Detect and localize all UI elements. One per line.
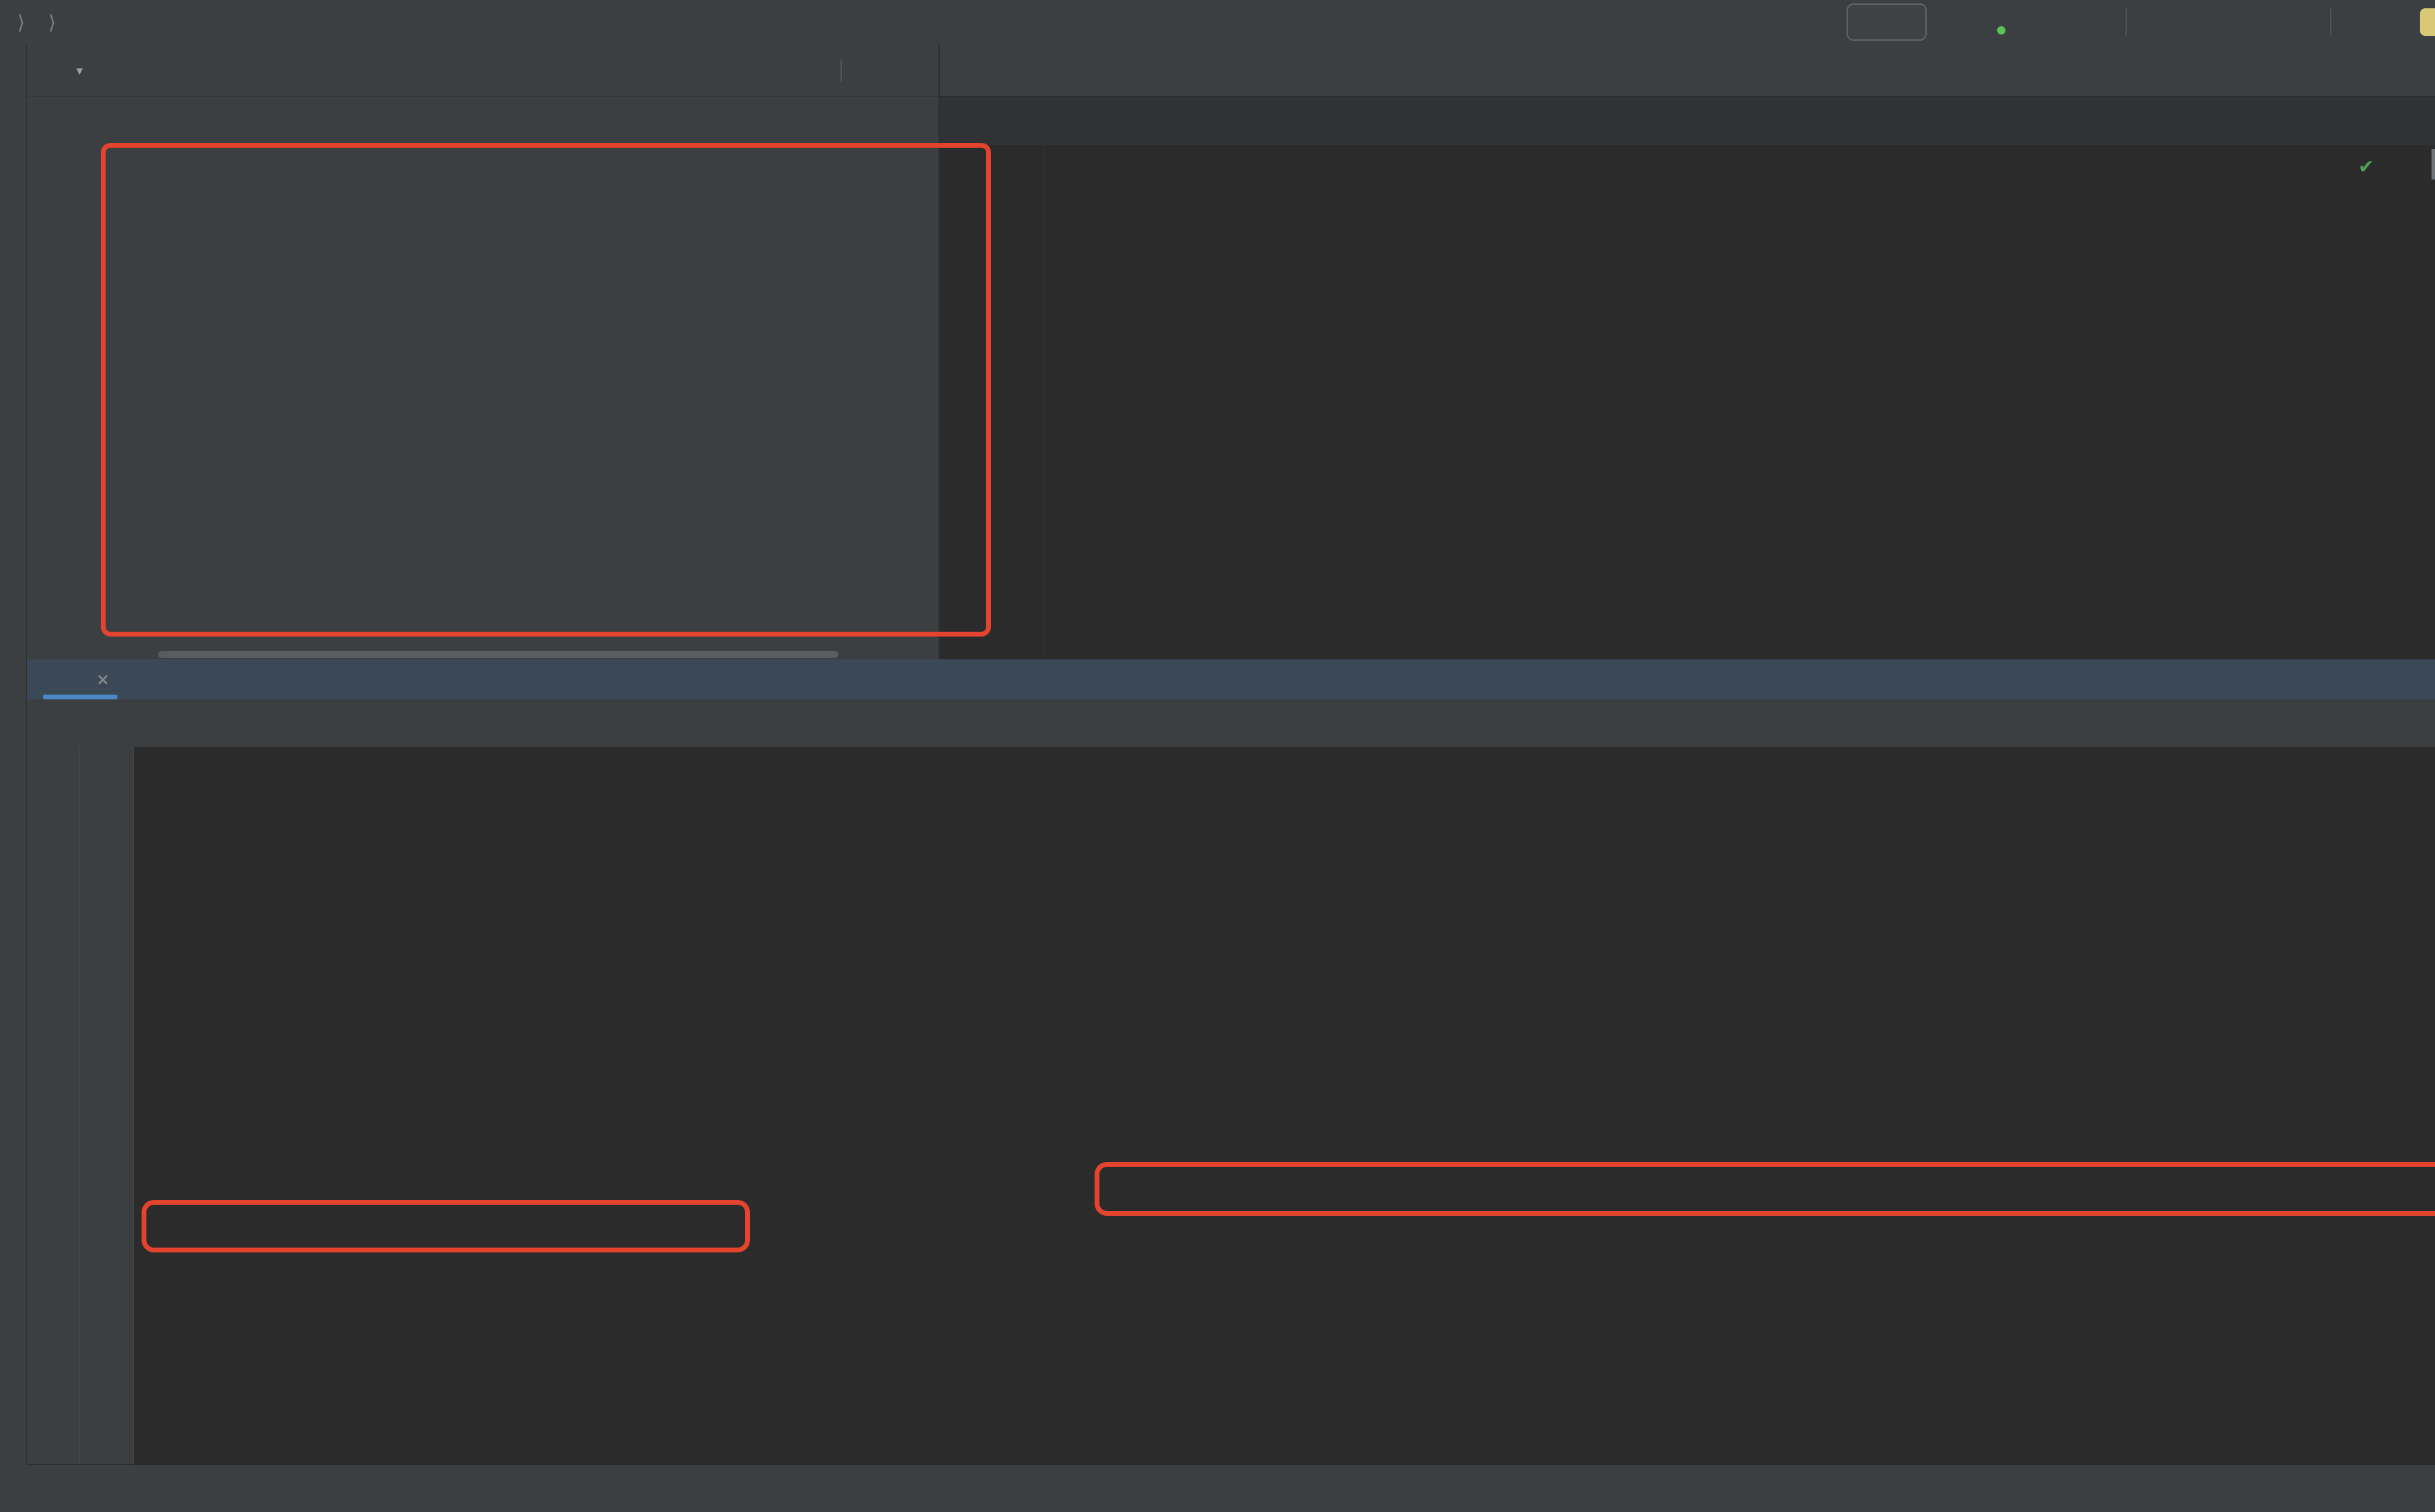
left-tool-stripe <box>0 44 27 1465</box>
profiler-button[interactable] <box>2050 7 2080 37</box>
stop-button[interactable] <box>2086 7 2116 37</box>
editor-tab-row-1 <box>940 44 2435 97</box>
panel-icon <box>39 60 59 81</box>
close-icon[interactable]: × <box>97 668 109 692</box>
select-opened-file-button[interactable] <box>715 59 738 82</box>
prev-problem-button[interactable] <box>2387 156 2405 174</box>
inspection-widget[interactable]: ✔ <box>2360 152 2429 178</box>
editor-scrollbar[interactable] <box>2432 149 2435 180</box>
panel-options-button[interactable] <box>861 59 885 82</box>
notification-icon[interactable] <box>2420 8 2435 36</box>
debug-header: × <box>0 659 2435 699</box>
collapse-all-button[interactable] <box>798 59 821 82</box>
expand-all-button[interactable] <box>756 59 780 82</box>
breadcrumb-separator: ⟩ <box>15 10 27 34</box>
git-commit-button[interactable] <box>2182 7 2213 37</box>
code-with-me-button[interactable] <box>120 7 151 37</box>
history-button[interactable] <box>2254 7 2284 37</box>
chevron-down-icon <box>1899 14 1914 30</box>
rollback-button[interactable] <box>2290 7 2320 37</box>
project-tool-window: ▾ <box>26 44 940 659</box>
debug-toolbar <box>26 699 2435 748</box>
horizontal-scrollbar[interactable] <box>158 651 838 658</box>
toolkit-icon[interactable] <box>156 7 186 37</box>
debug-tool-window: × <box>0 659 2435 1465</box>
chevron-down-icon: ▾ <box>75 60 85 80</box>
debug-settings-button[interactable] <box>2329 666 2355 692</box>
git-update-button[interactable] <box>2146 7 2177 37</box>
ide-window: { "colors":{"accent_blue":"#4A88C7","ann… <box>0 0 2435 1512</box>
settings-button[interactable] <box>2383 7 2413 37</box>
run-with-coverage-button[interactable] <box>2014 7 2044 37</box>
debug-session-tab[interactable]: × <box>42 659 118 699</box>
debug-actions-column <box>26 747 80 1465</box>
console-actions-column <box>80 747 134 1465</box>
editor-tab-row-2 <box>940 97 2435 145</box>
module-icon <box>68 10 91 34</box>
git-push-button[interactable] <box>2218 7 2249 37</box>
project-tree <box>26 96 939 659</box>
hide-debug-button[interactable] <box>2389 666 2416 692</box>
search-everywhere-button[interactable] <box>2347 7 2377 37</box>
spring-boot-icon <box>1859 10 1883 34</box>
breadcrumb-separator: ⟩ <box>46 10 58 34</box>
run-button[interactable] <box>1942 7 1972 37</box>
hide-panel-button[interactable] <box>903 59 926 82</box>
next-problem-button[interactable] <box>2412 156 2429 174</box>
tool-window-bar <box>0 1464 2435 1512</box>
editor-area: ✔ <box>940 44 2435 660</box>
project-panel-header: ▾ <box>26 44 939 97</box>
titlebar: ⟩ ⟩ <box>0 0 2435 45</box>
debug-button[interactable] <box>1978 7 2008 37</box>
spring-boot-icon <box>51 668 75 691</box>
inspections-ok-icon: ✔ <box>2359 152 2373 178</box>
console-output[interactable] <box>134 747 2435 1465</box>
run-configuration-select[interactable] <box>1847 3 1927 41</box>
editor-content[interactable]: ✔ <box>940 145 2435 660</box>
line-number-gutter <box>940 145 1044 660</box>
